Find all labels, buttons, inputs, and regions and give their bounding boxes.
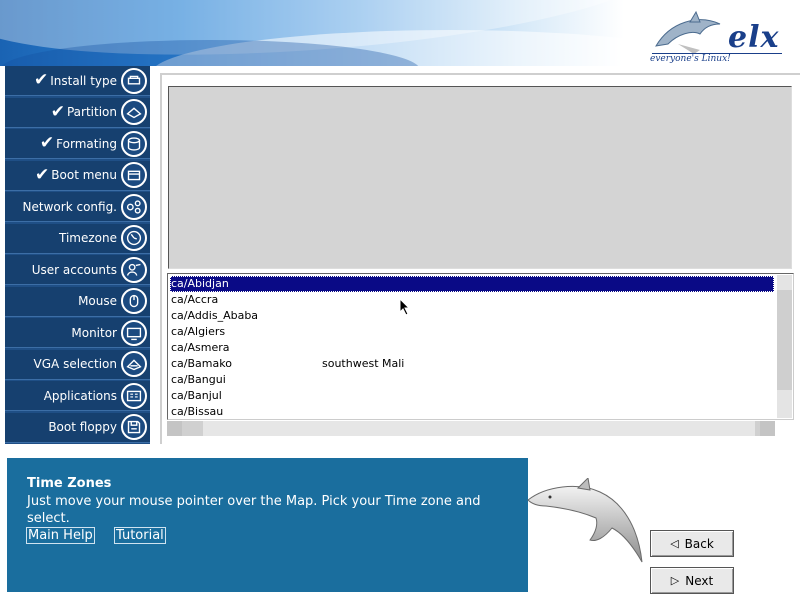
mouse-pointer-icon [399, 298, 411, 316]
check-icon: ✔ [35, 164, 50, 185]
main-help-link[interactable]: Main Help [26, 527, 95, 544]
list-item[interactable]: ca/Bissau [170, 404, 774, 417]
sidebar-item-applications[interactable]: Applications [5, 381, 150, 411]
dolphin-logo-icon [655, 10, 721, 54]
sidebar-item-boot-menu[interactable]: ✔ Boot menu [5, 160, 150, 191]
list-item[interactable]: ca/Bamako southwest Mali [170, 356, 774, 372]
sidebar-item-label: Monitor [71, 325, 117, 340]
sidebar-item-label: Applications [43, 388, 117, 403]
sidebar-item-label: Mouse [78, 294, 117, 308]
list-item[interactable]: ca/Bangui [170, 372, 774, 388]
list-vertical-scrollbar[interactable] [777, 275, 792, 418]
sidebar-item-monitor[interactable]: Monitor [5, 318, 150, 348]
list-item[interactable]: ca/Algiers [170, 324, 774, 340]
timezone-name: ca/Asmera [171, 341, 230, 354]
boot-menu-icon [121, 162, 147, 188]
sidebar-item-label: User accounts [31, 262, 117, 277]
timezone-list-items: ca/Abidjan ca/Accra ca/Addis_Ababa ca/Algie… [170, 276, 774, 417]
help-panel: Time Zones Just move your mouse pointer … [7, 458, 528, 592]
sidebar-item-label: Partition [66, 105, 117, 119]
scroll-left-button[interactable] [167, 421, 182, 436]
applications-icon [121, 382, 147, 409]
sidebar-item-label: Install type [50, 73, 117, 88]
sidebar-item-label: Formating [56, 136, 117, 151]
sidebar-item-install-type[interactable]: ✔ Install type [5, 66, 150, 96]
sidebar-item-network-config[interactable]: Network config. [5, 192, 150, 222]
timezone-name: ca/Abidjan [171, 277, 229, 290]
header-banner: elx everyone's Linux! [0, 0, 800, 66]
timezone-description: southwest Mali [322, 357, 405, 370]
list-item[interactable]: ca/Abidjan [170, 276, 774, 292]
list-item[interactable]: ca/Banjul [170, 388, 774, 404]
timezone-name: ca/Bissau [171, 405, 224, 417]
clock-icon [121, 225, 147, 251]
back-button-label: Back [684, 536, 714, 551]
timezone-name: ca/Addis_Ababa [171, 309, 259, 322]
sidebar-item-label: Boot floppy [48, 420, 117, 434]
elx-logo: elx everyone's Linux! [650, 8, 790, 66]
next-button[interactable]: ▷ Next [650, 567, 734, 594]
sidebar-item-vga-selection[interactable]: VGA selection [5, 349, 150, 380]
timezone-name: ca/Banjul [171, 389, 222, 402]
sidebar-item-formating[interactable]: ✔ Formating [5, 129, 150, 159]
timezone-list[interactable]: ca/Abidjan ca/Accra ca/Addis_Ababa ca/Algie… [167, 273, 794, 420]
monitor-icon [121, 319, 147, 346]
timezone-map[interactable] [168, 86, 792, 269]
scroll-thumb[interactable] [777, 290, 792, 390]
vga-icon [121, 351, 147, 377]
list-item[interactable]: ca/Accra [170, 292, 774, 308]
sidebar-item-partition[interactable]: ✔ Partition [5, 97, 150, 128]
sidebar: ✔ Install type ✔ Partition ✔ Formating ✔ Boot m… [5, 66, 150, 444]
timezone-name: ca/Bangui [171, 373, 226, 386]
back-button[interactable]: ◁ Back [650, 530, 734, 557]
sidebar-item-boot-floppy[interactable]: Boot floppy [5, 412, 150, 443]
tutorial-link[interactable]: Tutorial [114, 527, 166, 544]
logo-tagline: everyone's Linux! [650, 54, 731, 64]
sidebar-item-label: VGA selection [33, 357, 117, 371]
installer-window: elx everyone's Linux! ✔ Install type ✔ Part… [0, 0, 800, 600]
back-arrow-icon: ◁ [670, 537, 679, 550]
timezone-name: ca/Bamako [171, 357, 232, 370]
next-arrow-icon: ▷ [670, 574, 680, 587]
check-icon: ✔ [39, 133, 55, 153]
network-icon [121, 193, 147, 220]
next-button-label: Next [685, 573, 714, 588]
sidebar-item-timezone[interactable]: Timezone [5, 223, 150, 254]
help-title: Time Zones [27, 476, 112, 491]
check-icon: ✔ [50, 101, 65, 122]
timezone-name: ca/Algiers [171, 325, 226, 338]
install-icon [121, 67, 147, 94]
list-item[interactable]: ca/Asmera [170, 340, 774, 356]
timezone-name: ca/Accra [171, 293, 219, 306]
sidebar-item-mouse[interactable]: Mouse [5, 286, 150, 317]
list-item[interactable]: ca/Addis_Ababa [170, 308, 774, 324]
dolphin-mascot-icon [527, 478, 643, 563]
horizontal-scrollbar[interactable] [167, 421, 775, 436]
scroll-right-button[interactable] [760, 421, 775, 436]
sidebar-item-label: Boot menu [51, 168, 117, 182]
sidebar-item-label: Timezone [59, 231, 117, 245]
help-text: Just move your mouse pointer over the Ma… [27, 494, 481, 526]
logo-name: elx [728, 20, 780, 55]
sidebar-item-label: Network config. [22, 199, 117, 214]
mouse-icon [121, 288, 147, 314]
floppy-icon [121, 414, 147, 440]
partition-icon [121, 99, 147, 125]
horizontal-scroll-thumb[interactable] [203, 421, 755, 436]
sidebar-item-user-accounts[interactable]: User accounts [5, 255, 150, 285]
users-icon [121, 256, 147, 283]
format-icon [121, 130, 147, 157]
check-icon: ✔ [34, 70, 49, 90]
